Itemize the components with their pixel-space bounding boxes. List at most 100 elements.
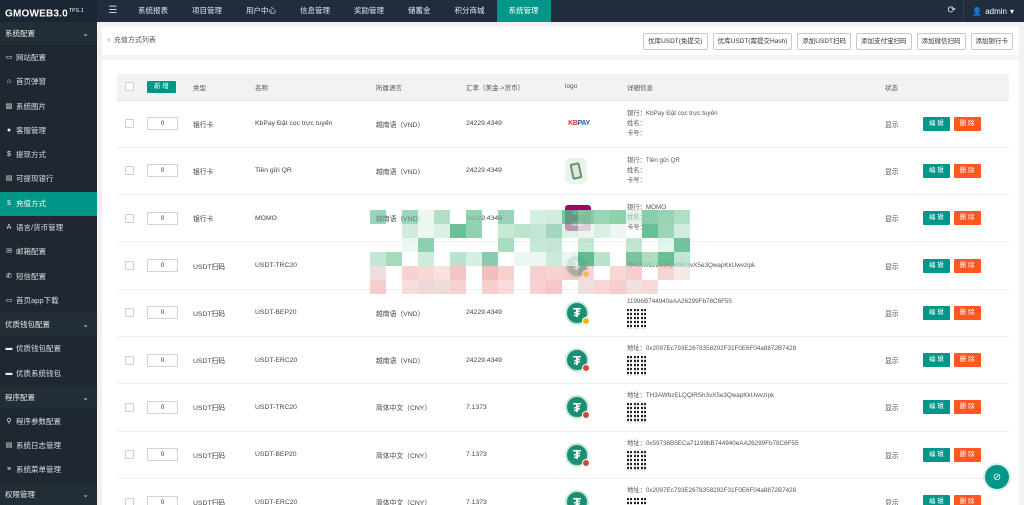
menu-toggle-icon[interactable]: ☰ (103, 0, 123, 22)
sidebar-item[interactable]: ▤ 系统日志管理 (0, 434, 97, 459)
row-checkbox-cell[interactable] (117, 383, 143, 432)
sort-input[interactable]: 0 (147, 400, 178, 414)
delete-button[interactable]: 删 除 (953, 163, 981, 178)
sidebar-item[interactable]: ▭ 首页app下载 (0, 288, 97, 314)
edit-button[interactable]: 编 辑 (923, 163, 950, 178)
wallet-icon: ▬ (5, 345, 13, 353)
user-menu[interactable]: 👤 admin ▾ (964, 7, 1024, 16)
delete-button[interactable]: 删 除 (953, 211, 981, 226)
row-checkbox-cell[interactable] (117, 478, 143, 505)
chevron-down-icon: ⌄ (82, 489, 89, 499)
row-checkbox-cell[interactable] (117, 147, 143, 196)
row-checkbox[interactable] (125, 355, 134, 365)
row-checkbox[interactable] (125, 119, 134, 129)
sidebar-item[interactable]: A 语言/货币管理 (0, 216, 97, 241)
edit-button[interactable]: 编 辑 (923, 305, 950, 320)
delete-button[interactable]: 删 除 (953, 258, 981, 273)
sidebar-item[interactable]: ● 客服管理 (0, 118, 97, 144)
edit-button[interactable]: 编 辑 (923, 400, 950, 415)
edit-button[interactable]: 编 辑 (923, 495, 950, 505)
delete-button[interactable]: 删 除 (953, 305, 981, 320)
delete-button[interactable]: 删 除 (953, 353, 981, 368)
sidebar-item[interactable]: ⌂ 首页弹窗 (0, 70, 97, 95)
edit-button[interactable]: 编 辑 (923, 211, 950, 226)
toolbar-button[interactable]: 添加银行卡 (970, 33, 1013, 50)
sidebar-item[interactable]: $ 充值方式 (0, 191, 97, 217)
row-checkbox-cell[interactable] (117, 194, 143, 243)
sort-input[interactable]: 0 (147, 117, 178, 131)
edit-button[interactable]: 编 辑 (923, 116, 950, 131)
row-checkbox[interactable] (125, 402, 134, 412)
row-actions: 编 辑删 除 (919, 100, 1009, 148)
sidebar-item[interactable]: $ 提现方式 (0, 143, 97, 168)
topnav-item[interactable]: 储蓄金 (396, 0, 443, 22)
row-type: USDT扫码 (189, 289, 251, 337)
delete-button[interactable]: 删 除 (953, 116, 981, 131)
row-checkbox-cell[interactable] (117, 241, 143, 290)
row-checkbox-cell[interactable] (117, 431, 143, 479)
row-checkbox[interactable] (125, 213, 134, 223)
row-checkbox[interactable] (125, 308, 134, 318)
logo-text: GMOWEB3.0 (5, 8, 68, 20)
row-detail: 地址：0x2097Ec793E2678358292F31F0E6F04a8872… (623, 478, 881, 505)
topnav-item[interactable]: 项目管理 (180, 0, 234, 22)
sidebar-group[interactable]: 优质钱包配置 ⌄ (0, 313, 97, 338)
sidebar-item[interactable]: ▨ 系统图片 (0, 94, 97, 119)
sidebar-group-label: 权限管理 (5, 489, 35, 499)
assistant-fab-icon[interactable]: ⊘ (983, 463, 1011, 491)
sort-input[interactable]: 0 (147, 495, 178, 505)
sidebar-item[interactable]: ✉ 邮箱配置 (0, 240, 97, 265)
sidebar-group[interactable]: 系统配置 ⌄ (0, 22, 97, 46)
toolbar-button[interactable]: 优库USDT(免提交) (643, 33, 708, 50)
row-logo (561, 147, 623, 196)
sort-input[interactable]: 0 (147, 259, 178, 273)
row-type: USDT扫码 (189, 431, 251, 479)
topnav-item[interactable]: 系统报表 (126, 0, 180, 22)
sidebar-item[interactable]: ▬ 优质钱包配置 (0, 337, 97, 362)
toolbar-button[interactable]: 添加USDT扫码 (797, 33, 851, 50)
sidebar-group[interactable]: 程序配置 ⌄ (0, 385, 97, 410)
sidebar-group[interactable]: 权限管理 ⌄ (0, 482, 97, 505)
row-checkbox[interactable] (125, 497, 134, 505)
row-checkbox[interactable] (125, 261, 134, 271)
sidebar-item[interactable]: ≡ 系统菜单管理 (0, 458, 97, 483)
row-checkbox-cell[interactable] (117, 100, 143, 148)
row-checkbox[interactable] (125, 166, 134, 176)
sidebar-item[interactable]: ▭ 网站配置 (0, 46, 97, 71)
toolbar-button[interactable]: 优库USDT(需提交Hash) (712, 33, 793, 50)
edit-button[interactable]: 编 辑 (923, 258, 950, 273)
sidebar-item-label: 系统菜单管理 (16, 465, 61, 475)
edit-button[interactable]: 编 辑 (923, 447, 950, 462)
header-checkbox-cell[interactable] (117, 74, 143, 101)
delete-button[interactable]: 删 除 (953, 400, 981, 415)
sidebar-item[interactable]: ✆ 短信配置 (0, 264, 97, 289)
sort-input[interactable]: 0 (147, 211, 178, 225)
sort-input[interactable]: 0 (147, 164, 178, 178)
row-checkbox-cell[interactable] (117, 336, 143, 385)
toolbar-button[interactable]: 添加微信扫码 (916, 33, 966, 50)
topnav-item[interactable]: 用户中心 (234, 0, 288, 22)
refresh-icon[interactable]: ⟳ (940, 0, 965, 22)
sort-input[interactable]: 0 (147, 306, 178, 320)
row-name: MOMO (251, 194, 372, 243)
select-all-checkbox[interactable] (125, 82, 134, 92)
sidebar-item[interactable]: ▬ 优质系统钱包 (0, 361, 97, 386)
sidebar-item[interactable]: ⚲ 程序参数配置 (0, 409, 97, 435)
sidebar-item-label: 优质钱包配置 (16, 344, 61, 354)
delete-button[interactable]: 删 除 (953, 495, 981, 505)
topnav-item[interactable]: 积分商城 (443, 0, 497, 22)
sort-input[interactable]: 0 (147, 448, 178, 462)
chevron-down-icon: ⌄ (82, 392, 89, 402)
topnav-item[interactable]: 系统管理 (496, 0, 551, 22)
topnav-item[interactable]: 信息管理 (288, 0, 342, 22)
new-button[interactable]: 新 增 (147, 80, 176, 93)
toolbar-button[interactable]: 添加支付宝扫码 (856, 33, 912, 50)
app-logo[interactable]: GMOWEB3.0TPS.1 (0, 0, 97, 22)
sidebar-item[interactable]: ▤ 可提现银行 (0, 167, 97, 192)
row-checkbox-cell[interactable] (117, 289, 143, 337)
topnav-item[interactable]: 奖励管理 (342, 0, 396, 22)
sort-input[interactable]: 0 (147, 353, 178, 367)
row-checkbox[interactable] (125, 450, 134, 460)
delete-button[interactable]: 删 除 (953, 447, 981, 462)
edit-button[interactable]: 编 辑 (923, 353, 950, 368)
